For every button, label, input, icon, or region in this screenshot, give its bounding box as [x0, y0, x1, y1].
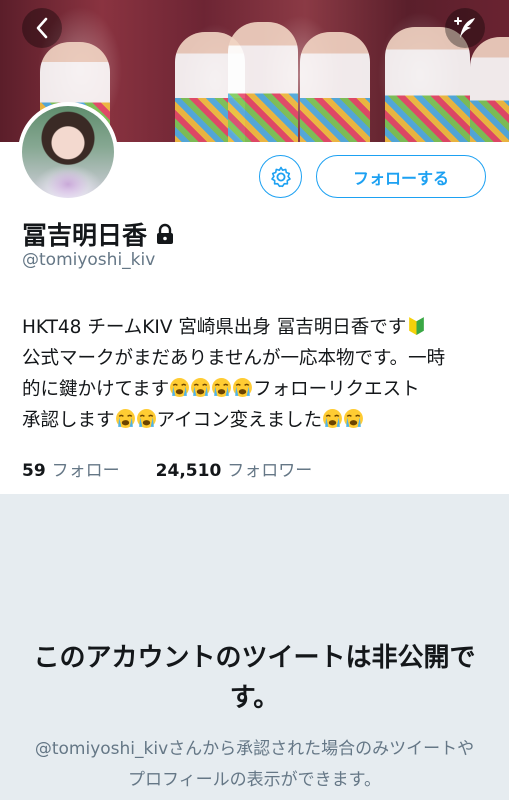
- bio-text: HKT48 チームKIV 宮崎県出身 冨吉明日香です: [22, 317, 407, 338]
- loudly-crying-face-icon: [233, 378, 253, 397]
- bio-text: アイコン変えました: [156, 410, 323, 431]
- loudly-crying-face-icon: [191, 378, 211, 397]
- profile-settings-button[interactable]: [259, 155, 302, 198]
- profile-stats: 59 フォロー 24,510 フォロワー: [22, 456, 312, 481]
- banner-figure: [228, 22, 298, 142]
- profile-handle: @tomiyoshi_kiv: [22, 250, 156, 270]
- followers-count: 24,510: [155, 461, 222, 481]
- loudly-crying-face-icon: [212, 378, 232, 397]
- beginner-mark-icon: [409, 317, 425, 335]
- following-link[interactable]: 59 フォロー: [22, 456, 120, 481]
- gear-icon: [270, 166, 291, 187]
- profile-avatar[interactable]: [18, 102, 118, 202]
- profile-name-row: 冨吉明日香: [22, 216, 175, 252]
- following-label: フォロー: [51, 461, 120, 481]
- followers-link[interactable]: 24,510 フォロワー: [156, 456, 313, 481]
- protected-title: このアカウントのツイートは非公開です。: [33, 643, 476, 713]
- protected-account-notice: このアカウントのツイートは非公開です。 @tomiyoshi_kivさんから承認…: [0, 494, 509, 800]
- loudly-crying-face-icon: [115, 409, 135, 428]
- chevron-left-icon: [36, 17, 48, 39]
- banner-figure: [300, 32, 370, 142]
- loudly-crying-face-icon: [170, 378, 190, 397]
- back-button[interactable]: [22, 8, 62, 48]
- compose-feather-icon: [454, 17, 475, 38]
- compose-tweet-button[interactable]: [445, 8, 485, 48]
- loudly-crying-face-icon: [323, 409, 343, 428]
- follow-button[interactable]: フォローする: [316, 155, 486, 198]
- lock-icon: [157, 223, 174, 244]
- bio-text: フォローリクエスト: [253, 379, 420, 400]
- profile-bio: HKT48 チームKIV 宮崎県出身 冨吉明日香です 公式マークがまだありません…: [22, 312, 492, 436]
- protected-description: @tomiyoshi_kivさんから承認された場合のみツイートやプロフィールの表…: [34, 739, 475, 790]
- banner-figure: [470, 37, 509, 142]
- bio-text: 的に鍵かけてます: [22, 379, 170, 400]
- following-count: 59: [22, 461, 46, 481]
- bio-text: 承認します: [22, 410, 115, 431]
- display-name: 冨吉明日香: [22, 221, 148, 250]
- followers-label: フォロワー: [227, 461, 313, 481]
- loudly-crying-face-icon: [344, 409, 364, 428]
- loudly-crying-face-icon: [136, 409, 156, 428]
- bio-text: 公式マークがまだありませんが一応本物です。一時: [22, 348, 446, 369]
